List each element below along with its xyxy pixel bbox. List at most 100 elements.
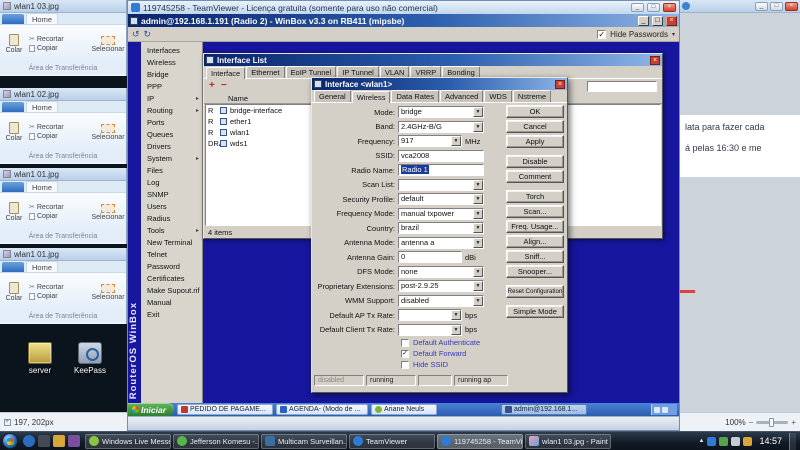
close-button[interactable]: ×	[785, 1, 798, 11]
sidebar-item-manual[interactable]: Manual	[141, 296, 202, 308]
sidebar-item-queues[interactable]: Queues	[141, 128, 202, 140]
sidebar-item-users[interactable]: Users	[141, 200, 202, 212]
tab-interface[interactable]: Interface	[206, 67, 246, 79]
task-windows-live[interactable]: Windows Live Messe...	[85, 433, 171, 449]
country-select[interactable]: brazil ▼	[398, 222, 484, 235]
task-teamviewer[interactable]: TeamViewer	[349, 433, 435, 449]
tray-icon[interactable]	[707, 436, 717, 446]
sidebar-item-bridge[interactable]: Bridge	[141, 68, 202, 80]
chevron-down-icon[interactable]: ▾	[672, 31, 675, 38]
paint-titlebar[interactable]: wlan1 03.jpg	[0, 0, 126, 13]
paste-button[interactable]: Colar	[1, 195, 27, 229]
sidebar-item-certificates[interactable]: Certificates	[141, 272, 202, 284]
sidebar-item-ports[interactable]: Ports	[141, 116, 202, 128]
band-select[interactable]: 2.4GHz-B/G ▼	[398, 120, 484, 133]
select-button[interactable]: Selecionar	[91, 195, 125, 229]
cut-button[interactable]: ✂ Recortar	[29, 284, 89, 291]
hide-ssid-checkbox[interactable]	[401, 360, 409, 369]
antenna-gain-input[interactable]: 0	[398, 251, 462, 264]
default-ap-tx-rate-select[interactable]: ▼	[398, 309, 462, 322]
copy-button[interactable]: Copiar	[29, 213, 89, 220]
wmm-support-select[interactable]: disabled ▼	[398, 294, 484, 307]
radio-name-input[interactable]: Radio 1	[398, 164, 484, 177]
apply-button[interactable]: Apply	[506, 135, 564, 148]
close-button[interactable]: ×	[666, 15, 677, 26]
desktop-icon-keepass[interactable]: KeePass	[68, 342, 112, 375]
default-authenticate-checkbox[interactable]	[401, 338, 409, 347]
sidebar-item-exit[interactable]: Exit	[141, 308, 202, 320]
freq-usage-button[interactable]: Freq. Usage...	[506, 220, 564, 233]
minimize-button[interactable]: _	[638, 15, 649, 26]
sidebar-item-telnet[interactable]: Telnet	[141, 248, 202, 260]
tab-home[interactable]: Home	[26, 101, 59, 112]
copy-button[interactable]: Copiar	[29, 45, 89, 52]
tab-home[interactable]: Home	[26, 181, 59, 192]
sidebar-item-ip[interactable]: IP ▸	[141, 92, 202, 104]
sniff-button[interactable]: Sniff...	[506, 250, 564, 263]
paint-titlebar[interactable]: wlan1 02.jpg	[0, 88, 126, 101]
minimize-button[interactable]: _	[755, 1, 768, 11]
paint-titlebar[interactable]: wlan1 01.jpg	[0, 248, 126, 261]
cut-button[interactable]: ✂ Recortar	[29, 36, 89, 43]
sidebar-item-wireless[interactable]: Wireless	[141, 56, 202, 68]
sidebar-item-drivers[interactable]: Drivers	[141, 140, 202, 152]
remove-icon[interactable]: −	[221, 81, 227, 91]
interface-list-titlebar[interactable]: Interface List ×	[204, 54, 662, 66]
sidebar-item-log[interactable]: Log	[141, 176, 202, 188]
comment-button[interactable]: Comment	[506, 170, 564, 183]
tab-wds[interactable]: WDS	[484, 90, 512, 102]
clock[interactable]: 14:57	[759, 436, 782, 446]
dfs-mode-select[interactable]: none ▼	[398, 265, 484, 278]
redo-icon[interactable]: ↻	[144, 29, 152, 39]
copy-button[interactable]: Copiar	[29, 133, 89, 140]
tray-icon[interactable]	[719, 436, 729, 446]
simple-mode-button[interactable]: Simple Mode	[506, 305, 564, 318]
paste-button[interactable]: Colar	[1, 275, 27, 309]
task-teamviewer-session[interactable]: 119745258 - TeamVi...	[437, 433, 523, 449]
sidebar-item-ppp[interactable]: PPP	[141, 80, 202, 92]
tray-icon[interactable]	[653, 406, 660, 413]
quicklaunch-icon[interactable]	[38, 435, 50, 447]
remote-start-button[interactable]: Iniciar	[128, 403, 175, 416]
mode-select[interactable]: bridge ▼	[398, 106, 484, 119]
tab-general[interactable]: General	[314, 90, 351, 102]
zoom-in-button[interactable]: +	[791, 418, 796, 427]
sidebar-item-tools[interactable]: Tools ▸	[141, 224, 202, 236]
paint-window-3[interactable]: wlan1 01.jpg Home Colar ✂ Recortar Copiar…	[0, 168, 127, 244]
sidebar-item-snmp[interactable]: SNMP	[141, 188, 202, 200]
speaker-icon[interactable]	[731, 436, 741, 446]
zoom-slider[interactable]	[756, 417, 789, 427]
remote-task-pedido[interactable]: PEDIDO DE PAGAME...	[177, 404, 274, 415]
help-icon[interactable]	[682, 2, 690, 10]
tray-expand-icon[interactable]: ▲	[699, 438, 705, 444]
paste-button[interactable]: Colar	[1, 115, 27, 149]
tab-advanced[interactable]: Advanced	[439, 90, 484, 102]
remote-task-agenda[interactable]: AGENDA- (Modo de ...	[276, 404, 369, 415]
tab-data-rates[interactable]: Data Rates	[391, 90, 439, 102]
wlan1-dialog-titlebar[interactable]: Interface <wlan1> ×	[312, 78, 567, 90]
sidebar-item-files[interactable]: Files	[141, 164, 202, 176]
zoom-slider-handle[interactable]	[769, 417, 775, 427]
cut-button[interactable]: ✂ Recortar	[29, 124, 89, 131]
sidebar-item-make-supout[interactable]: Make Supout.rif	[141, 284, 202, 296]
paint-menu-button[interactable]	[2, 182, 24, 192]
close-button[interactable]: ×	[650, 55, 660, 65]
sidebar-item-new-terminal[interactable]: New Terminal	[141, 236, 202, 248]
task-jefferson[interactable]: Jefferson Komesu -...	[173, 433, 259, 449]
cut-button[interactable]: ✂ Recortar	[29, 204, 89, 211]
sidebar-item-system[interactable]: System ▸	[141, 152, 202, 164]
close-button[interactable]: ×	[663, 3, 676, 12]
frequency-mode-select[interactable]: manual txpower ▼	[398, 207, 484, 220]
select-button[interactable]: Selecionar	[91, 27, 125, 61]
sidebar-item-radius[interactable]: Radius	[141, 212, 202, 224]
scan-button[interactable]: Scan...	[506, 205, 564, 218]
sidebar-item-routing[interactable]: Routing ▸	[141, 104, 202, 116]
show-desktop-button[interactable]	[789, 432, 796, 450]
paint-window-1[interactable]: wlan1 03.jpg Home Colar ✂ Recortar Copiar…	[0, 0, 127, 76]
quicklaunch-icon[interactable]	[68, 435, 80, 447]
tab-home[interactable]: Home	[26, 261, 59, 272]
sidebar-item-password[interactable]: Password	[141, 260, 202, 272]
ssid-input[interactable]: vca2008	[398, 149, 484, 162]
minimize-button[interactable]: _	[631, 3, 644, 12]
start-button[interactable]	[2, 433, 18, 449]
